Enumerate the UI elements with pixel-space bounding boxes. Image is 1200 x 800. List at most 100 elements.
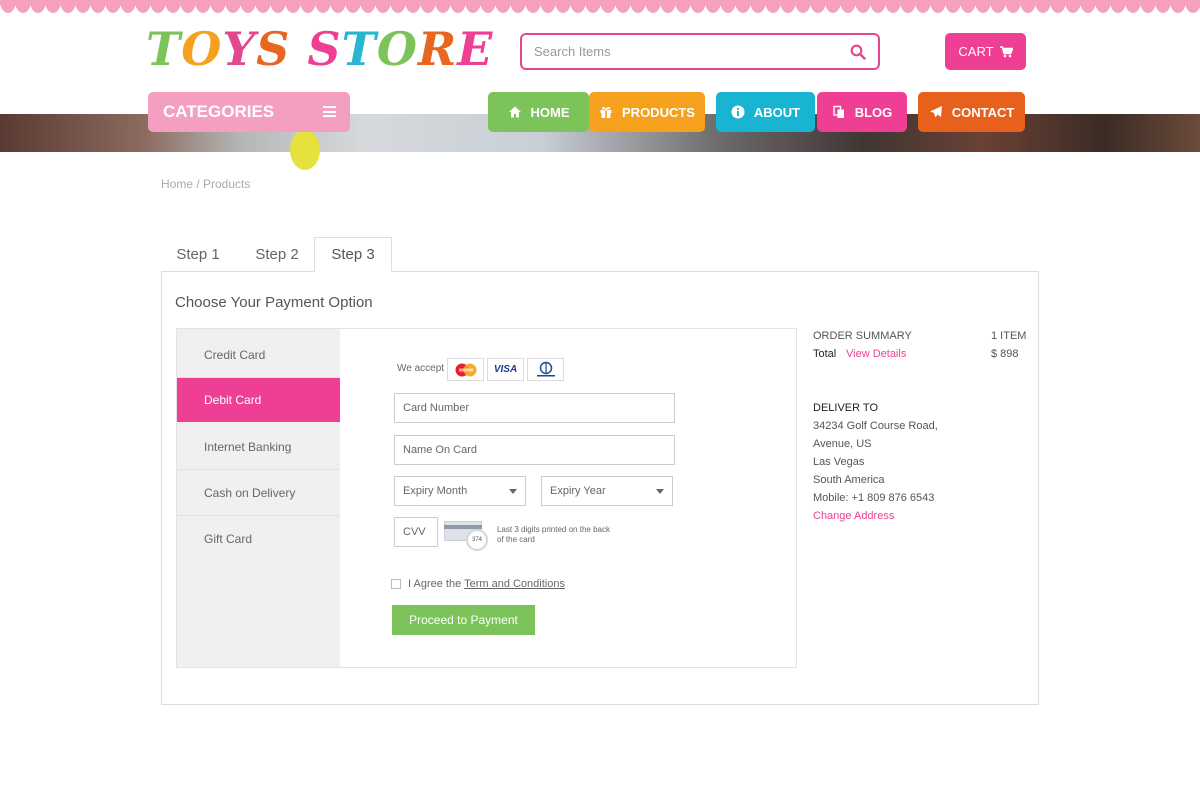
tab-step-2[interactable]: Step 2 <box>239 237 315 272</box>
scallop-bump <box>765 0 781 13</box>
scallop-bump <box>0 0 16 13</box>
scallop-bump <box>540 0 556 13</box>
scallop-bump <box>300 0 316 13</box>
scallop-bump <box>930 0 946 13</box>
proceed-to-payment-button[interactable]: Proceed to Payment <box>392 605 535 635</box>
scallop-bump <box>165 0 181 13</box>
terms-agreement: I Agree the Term and Conditions <box>391 578 565 590</box>
scallop-bump <box>495 0 511 13</box>
scallop-bump <box>885 0 901 13</box>
name-on-card-input[interactable] <box>403 444 674 456</box>
cvv-sample-text: 374 <box>471 537 482 543</box>
scallop-bump <box>870 0 886 13</box>
categories-button[interactable]: CATEGORIES <box>148 92 350 132</box>
scallop-bump <box>630 0 646 13</box>
scallop-bump <box>525 0 541 13</box>
store-logo[interactable]: TOYS STORE <box>146 22 493 76</box>
gift-icon <box>600 107 612 118</box>
payment-method-menu: Credit Card Debit Card Internet Banking … <box>177 329 340 667</box>
scallop-bump <box>1140 0 1156 13</box>
scallop-bump <box>330 0 346 13</box>
payment-method-cash-on-delivery[interactable]: Cash on Delivery <box>177 470 340 516</box>
tab-step-1[interactable]: Step 1 <box>161 237 235 272</box>
scallop-bump <box>510 0 526 13</box>
scallop-bump <box>1095 0 1111 13</box>
categories-label: CATEGORIES <box>163 102 275 121</box>
payment-method-gift-card[interactable]: Gift Card <box>177 516 340 562</box>
cart-button[interactable]: CART <box>945 33 1026 70</box>
card-number-field <box>394 393 675 423</box>
scallop-bump <box>975 0 991 13</box>
nav-home[interactable]: HOME <box>488 92 589 132</box>
scallop-bump <box>285 0 301 13</box>
cart-icon <box>999 45 1013 57</box>
total-label: Total <box>813 348 837 360</box>
diners-club-icon <box>536 361 555 376</box>
scallop-bump <box>555 0 571 13</box>
hero-toy-image <box>290 130 320 170</box>
scallop-bump <box>30 0 46 13</box>
scallop-bump <box>195 0 211 13</box>
scallop-bump <box>360 0 376 13</box>
logo-letter: S <box>256 22 291 76</box>
scallop-bump <box>1020 0 1036 13</box>
address-line: 34234 Golf Course Road, <box>813 420 938 432</box>
mastercard-logo <box>447 358 484 381</box>
scallop-bump <box>1035 0 1051 13</box>
breadcrumb[interactable]: Home / Products <box>161 177 250 191</box>
scallop-bump <box>75 0 91 13</box>
payment-method-internet-banking[interactable]: Internet Banking <box>177 424 340 470</box>
scallop-bump <box>1065 0 1081 13</box>
expiry-month-select[interactable]: Expiry Month <box>394 476 526 506</box>
nav-about-label: ABOUT <box>753 104 801 120</box>
nav-products[interactable]: PRODUCTS <box>589 92 705 132</box>
scallop-bump <box>225 0 241 13</box>
scallop-bump <box>915 0 931 13</box>
cvv-input[interactable] <box>403 526 437 538</box>
logo-letter: T <box>341 22 377 76</box>
cart-label: CART <box>958 44 994 59</box>
order-total-value: $ 898 <box>991 348 1019 360</box>
scallop-bump <box>660 0 676 13</box>
scallop-bump <box>750 0 766 13</box>
scallop-bump <box>1005 0 1021 13</box>
chevron-down-icon <box>656 489 664 494</box>
scallop-bump <box>15 0 31 13</box>
scallop-bump <box>780 0 796 13</box>
payment-method-credit-card[interactable]: Credit Card <box>177 332 340 378</box>
nav-products-label: PRODUCTS <box>622 104 695 120</box>
scallop-bump <box>735 0 751 13</box>
expiry-year-select[interactable]: Expiry Year <box>541 476 673 506</box>
search-box <box>520 33 880 70</box>
scallop-bump <box>1080 0 1096 13</box>
scallop-bump <box>600 0 616 13</box>
cvv-field <box>394 517 438 547</box>
card-number-input[interactable] <box>403 402 674 414</box>
scallop-bump <box>240 0 256 13</box>
change-address-link[interactable]: Change Address <box>813 510 894 522</box>
nav-contact-label: CONTACT <box>951 104 1015 120</box>
mastercard-icon <box>455 363 476 376</box>
nav-about[interactable]: ABOUT <box>716 92 815 132</box>
search-input[interactable] <box>522 35 832 68</box>
scallop-bump <box>480 0 496 13</box>
scallop-bump <box>105 0 121 13</box>
payment-method-debit-card[interactable]: Debit Card <box>177 378 340 422</box>
tab-step-3[interactable]: Step 3 <box>314 237 392 272</box>
search-icon[interactable] <box>850 44 866 60</box>
visa-logo: VISA <box>487 358 524 381</box>
terms-link[interactable]: Term and Conditions <box>464 578 565 590</box>
scallop-bump <box>690 0 706 13</box>
terms-checkbox[interactable] <box>391 579 401 589</box>
info-icon <box>731 105 745 119</box>
view-details-link[interactable]: View Details <box>846 348 906 360</box>
scallop-bump <box>960 0 976 13</box>
nav-contact[interactable]: CONTACT <box>918 92 1025 132</box>
payment-panel: Choose Your Payment Option Credit Card D… <box>161 271 1039 705</box>
order-summary-heading: ORDER SUMMARY <box>813 330 912 342</box>
scallop-bump <box>405 0 421 13</box>
scallop-bump <box>465 0 481 13</box>
scallop-bump <box>1110 0 1126 13</box>
expiry-year-value: Expiry Year <box>550 485 606 497</box>
nav-blog[interactable]: BLOG <box>817 92 907 132</box>
